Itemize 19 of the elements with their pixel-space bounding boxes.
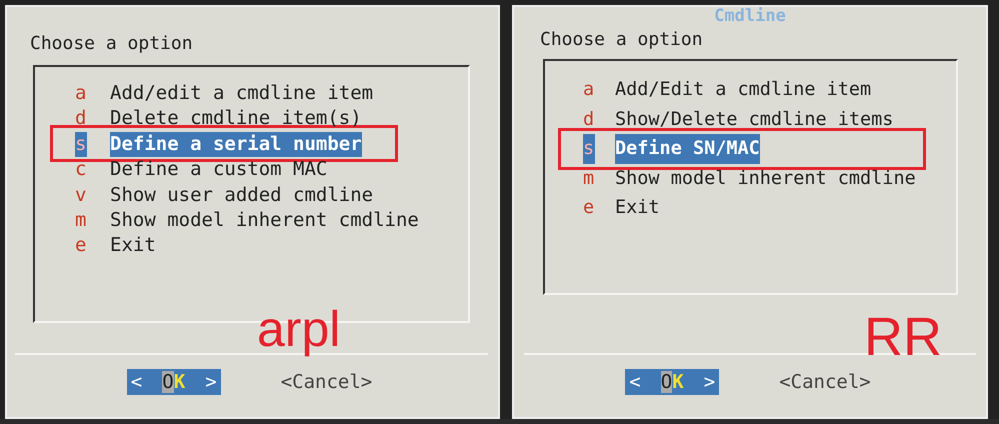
menu-item[interactable]: d Show/Delete cmdline items (583, 104, 894, 134)
menu-item[interactable]: m Show model inherent cmdline (583, 164, 916, 193)
menu-item[interactable]: e Exit (75, 233, 156, 259)
annotation-label: RR (864, 311, 942, 363)
menu-item[interactable]: e Exit (583, 193, 660, 222)
dialog-prompt: Choose a option (30, 33, 194, 55)
menu-item[interactable]: a Add/Edit a cmdline item (583, 75, 872, 104)
annotation-label: arpl (257, 303, 340, 355)
menu-item[interactable]: m Show model inherent cmdline (75, 208, 419, 234)
cancel-button[interactable]: <Cancel> (775, 369, 875, 395)
ok-button[interactable]: < OK > (126, 369, 221, 395)
cancel-button[interactable]: <Cancel> (276, 369, 376, 395)
dialog-title: Cmdline (714, 7, 786, 25)
dialog-prompt: Choose a option (540, 29, 704, 51)
menu-item[interactable]: v Show user added cmdline (75, 182, 374, 208)
menu-item[interactable]: c Define a custom MAC (75, 157, 328, 183)
menu-item[interactable]: a Add/edit a cmdline item (75, 81, 374, 106)
ok-button[interactable]: < OK > (625, 369, 720, 395)
menu-item[interactable]: d Delete cmdline item(s) (75, 106, 362, 132)
